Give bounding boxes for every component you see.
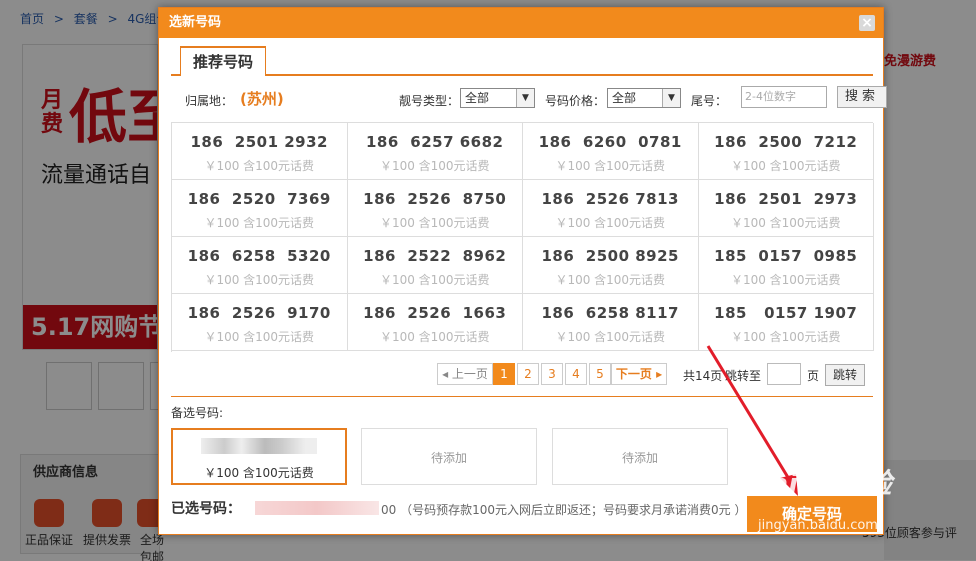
number-cell[interactable]: 186 6260 0781 ￥100 含100元话费 bbox=[523, 123, 699, 180]
number-price: ￥100 含100元话费 bbox=[555, 216, 666, 230]
number-cell[interactable]: 186 2501 2973 ￥100 含100元话费 bbox=[698, 180, 874, 237]
number-price: ￥100 含100元话费 bbox=[730, 330, 841, 344]
price-select[interactable]: 全部 ▼ bbox=[607, 88, 681, 108]
pending-label: 待添加 bbox=[621, 451, 658, 465]
tail-input[interactable]: 2-4位数字 bbox=[741, 86, 827, 108]
number-price: ￥100 含100元话费 bbox=[204, 159, 315, 173]
type-label: 靓号类型： bbox=[399, 94, 460, 108]
jump-to-label: 跳转至 bbox=[725, 369, 762, 383]
number-cell[interactable]: 186 6258 5320 ￥100 含100元话费 bbox=[172, 237, 348, 294]
total-pages: 共14页 bbox=[683, 369, 723, 383]
number-price: ￥100 含100元话费 bbox=[730, 159, 841, 173]
select-number-dialog: 选新号码 × 推荐号码 归属地： (苏州) 靓号类型： 全部 ▼ 号码价格： 全部… bbox=[158, 7, 887, 535]
number-cell[interactable]: 185 0157 1907 ￥100 含100元话费 bbox=[698, 294, 874, 351]
phone-number: 186 6258 8117 bbox=[541, 304, 679, 322]
number-price: ￥100 含100元话费 bbox=[555, 159, 666, 173]
chosen-label: 已选号码： bbox=[171, 501, 241, 517]
number-price: ￥100 含100元话费 bbox=[379, 273, 490, 287]
number-price: ￥100 含100元话费 bbox=[730, 216, 841, 230]
phone-number: 186 6257 6682 bbox=[366, 133, 504, 151]
number-price: ￥100 含100元话费 bbox=[379, 159, 490, 173]
number-price: ￥100 含100元话费 bbox=[730, 273, 841, 287]
page-4-button[interactable]: 4 bbox=[565, 363, 587, 385]
location-label: 归属地： bbox=[185, 94, 234, 108]
tab-recommended[interactable]: 推荐号码 bbox=[180, 46, 266, 76]
blurred-chosen-number bbox=[255, 501, 379, 515]
number-price: ￥100 含100元话费 bbox=[204, 216, 315, 230]
number-price: ￥100 含100元话费 bbox=[204, 330, 315, 344]
divider bbox=[171, 396, 873, 397]
number-price: ￥100 含100元话费 bbox=[204, 273, 315, 287]
page-3-button[interactable]: 3 bbox=[541, 363, 563, 385]
number-price: ￥100 含100元话费 bbox=[555, 273, 666, 287]
phone-number: 185 0157 1907 bbox=[714, 304, 858, 322]
phone-number: 185 0157 0985 bbox=[714, 247, 858, 265]
number-cell[interactable]: 186 2500 8925 ￥100 含100元话费 bbox=[523, 237, 699, 294]
search-button[interactable]: 搜索 bbox=[837, 86, 887, 108]
chevron-down-icon: ▼ bbox=[516, 89, 534, 107]
candidate-slot-filled[interactable]: ￥100 含100元话费 bbox=[171, 428, 347, 485]
number-cell[interactable]: 186 2500 7212 ￥100 含100元话费 bbox=[698, 123, 874, 180]
number-price: ￥100 含100元话费 bbox=[379, 216, 490, 230]
candidate-price: ￥100 含100元话费 bbox=[204, 466, 314, 480]
phone-number: 186 2526 9170 bbox=[187, 304, 331, 322]
blurred-number bbox=[201, 438, 317, 454]
number-price: ￥100 含100元话费 bbox=[379, 330, 490, 344]
candidates-label: 备选号码: bbox=[171, 406, 224, 420]
dialog-title: 选新号码 bbox=[169, 15, 222, 30]
number-grid: 186 2501 2932 ￥100 含100元话费 186 6257 6682 ￥1… bbox=[171, 122, 874, 352]
chosen-note: 00 （号码预存款100元入网后立即返还；号码要求月承诺消费0元 ） bbox=[381, 503, 747, 517]
next-page-button[interactable]: 下一页 ▸ bbox=[611, 363, 667, 385]
watermark-url: jingyan.baidu.com bbox=[758, 518, 878, 533]
page-2-button[interactable]: 2 bbox=[517, 363, 539, 385]
jump-button[interactable]: 跳转 bbox=[825, 364, 865, 386]
number-price: ￥100 含100元话费 bbox=[555, 330, 666, 344]
phone-number: 186 2526 7813 bbox=[541, 190, 679, 208]
chevron-down-icon: ▼ bbox=[662, 89, 680, 107]
page-unit-label: 页 bbox=[807, 369, 820, 383]
prev-page-button[interactable]: ◂ 上一页 bbox=[437, 363, 493, 385]
number-cell[interactable]: 186 6257 6682 ￥100 含100元话费 bbox=[347, 123, 523, 180]
location-value: (苏州) bbox=[240, 90, 284, 108]
phone-number: 186 2500 8925 bbox=[541, 247, 679, 265]
phone-number: 186 2522 8962 bbox=[363, 247, 507, 265]
number-cell[interactable]: 186 2526 7813 ￥100 含100元话费 bbox=[523, 180, 699, 237]
page-5-button[interactable]: 5 bbox=[589, 363, 611, 385]
chevron-right-icon: ▸ bbox=[651, 367, 663, 381]
phone-number: 186 2500 7212 bbox=[714, 133, 858, 151]
number-cell[interactable]: 186 2522 8962 ￥100 含100元话费 bbox=[347, 237, 523, 294]
close-icon[interactable]: × bbox=[859, 15, 875, 31]
phone-number: 186 2526 8750 bbox=[363, 190, 507, 208]
dialog-header: 选新号码 × bbox=[159, 8, 883, 38]
phone-number: 186 6260 0781 bbox=[538, 133, 682, 151]
price-label: 号码价格： bbox=[545, 94, 606, 108]
number-cell[interactable]: 186 2526 1663 ￥100 含100元话费 bbox=[347, 294, 523, 351]
tail-label: 尾号： bbox=[691, 94, 728, 108]
filter-bar: 归属地： (苏州) 靓号类型： 全部 ▼ 号码价格： 全部 ▼ 尾号： 2-4位数字… bbox=[171, 86, 887, 112]
chevron-left-icon: ◂ bbox=[442, 367, 452, 381]
number-cell[interactable]: 186 2526 9170 ￥100 含100元话费 bbox=[172, 294, 348, 351]
watermark-logo: Bai度 经验 bbox=[748, 467, 892, 500]
number-cell[interactable]: 186 2526 8750 ￥100 含100元话费 bbox=[347, 180, 523, 237]
type-select[interactable]: 全部 ▼ bbox=[460, 88, 535, 108]
number-cell[interactable]: 185 0157 0985 ￥100 含100元话费 bbox=[698, 237, 874, 294]
jump-page-input[interactable] bbox=[767, 363, 801, 385]
candidate-slot-empty[interactable]: 待添加 bbox=[361, 428, 537, 485]
page-1-button[interactable]: 1 bbox=[493, 363, 515, 385]
pending-label: 待添加 bbox=[430, 451, 467, 465]
number-cell[interactable]: 186 6258 8117 ￥100 含100元话费 bbox=[523, 294, 699, 351]
phone-number: 186 2501 2932 bbox=[190, 133, 328, 151]
phone-number: 186 6258 5320 bbox=[187, 247, 331, 265]
phone-number: 186 2501 2973 bbox=[714, 190, 858, 208]
candidate-slot-empty[interactable]: 待添加 bbox=[552, 428, 728, 485]
tab-bar: 推荐号码 bbox=[171, 46, 873, 76]
number-cell[interactable]: 186 2520 7369 ￥100 含100元话费 bbox=[172, 180, 348, 237]
number-cell[interactable]: 186 2501 2932 ￥100 含100元话费 bbox=[172, 123, 348, 180]
phone-number: 186 2526 1663 bbox=[363, 304, 507, 322]
phone-number: 186 2520 7369 bbox=[187, 190, 331, 208]
